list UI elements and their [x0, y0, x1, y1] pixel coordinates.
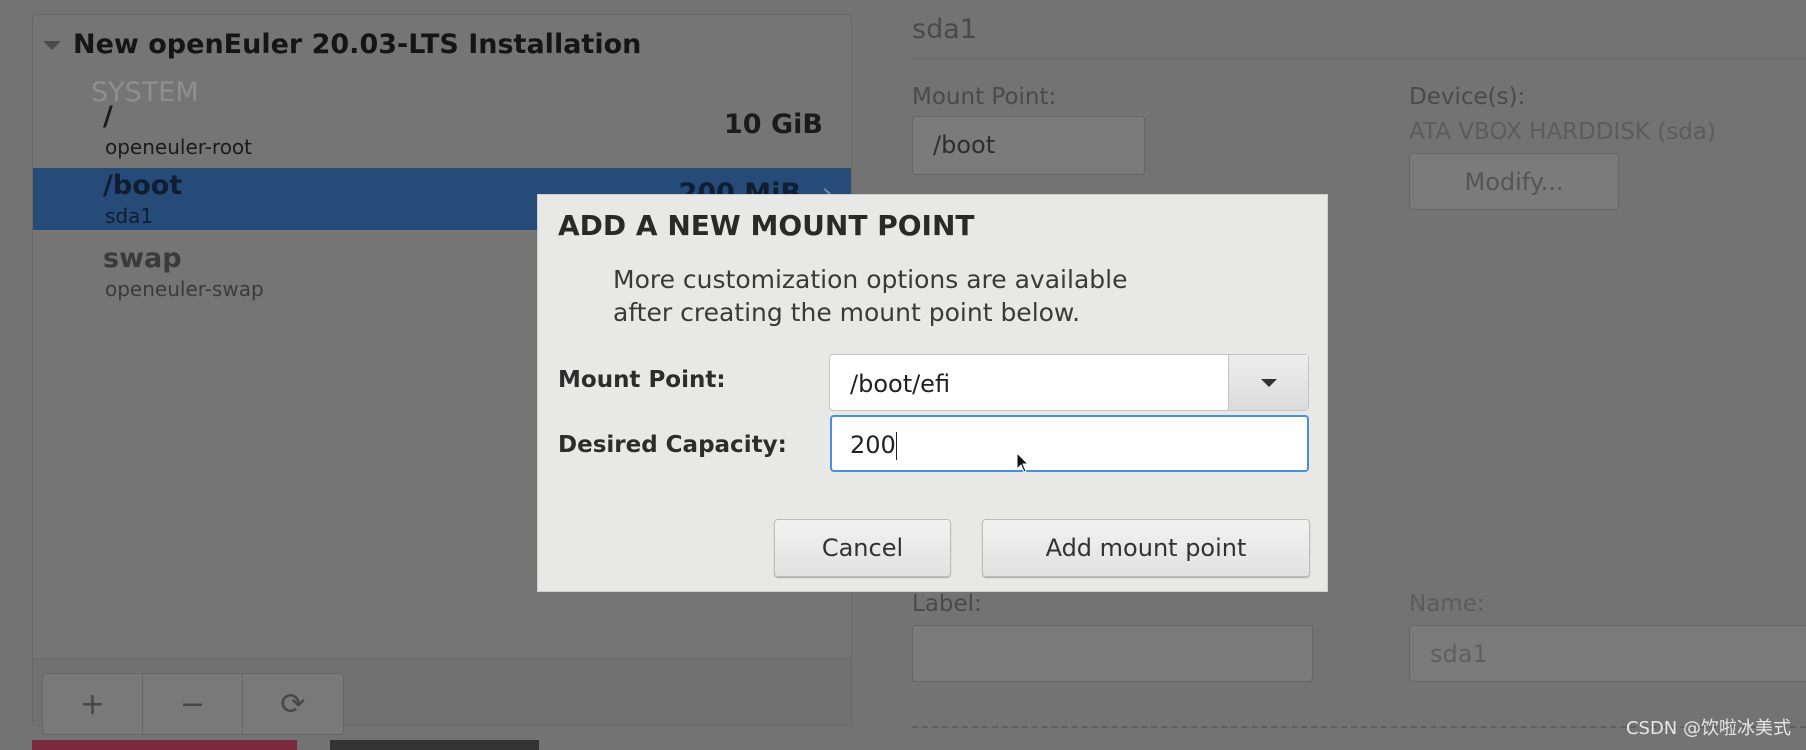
- divider: [912, 58, 1806, 59]
- remove-button[interactable]: −: [143, 674, 243, 734]
- add-mount-point-dialog: ADD A NEW MOUNT POINT More customization…: [537, 194, 1328, 592]
- mouse-cursor-icon: [1016, 452, 1030, 473]
- list-toolbar: + − ⟳: [33, 658, 851, 735]
- summary-bar-dark: [330, 740, 539, 750]
- mount-row-root[interactable]: / openeuler-root 10 GiB: [33, 99, 851, 161]
- collapse-arrow-icon[interactable]: [43, 41, 61, 50]
- mount-point-combo[interactable]: /boot/efi: [829, 354, 1309, 411]
- mount-point: /: [103, 101, 113, 132]
- description-line: after creating the mount point below.: [613, 298, 1081, 327]
- modify-button[interactable]: Modify...: [1409, 153, 1619, 210]
- devices-value: ATA VBOX HARDDISK (sda): [1409, 119, 1716, 145]
- refresh-button[interactable]: ⟳: [243, 674, 343, 734]
- description-line: More customization options are available: [613, 265, 1128, 294]
- text-caret: [895, 432, 897, 460]
- add-mount-point-button[interactable]: Add mount point: [982, 519, 1310, 577]
- mount-point-label: Mount Point:: [558, 367, 726, 393]
- device: openeuler-root: [105, 135, 253, 159]
- mount-point-label: Mount Point:: [912, 84, 1057, 110]
- desired-capacity-input[interactable]: 200: [830, 415, 1309, 472]
- cancel-button[interactable]: Cancel: [774, 519, 951, 577]
- name-label: Name:: [1409, 591, 1485, 617]
- capacity-value: 200: [850, 431, 896, 459]
- name-field[interactable]: sda1: [1409, 625, 1806, 682]
- summary-bar-red: [32, 740, 297, 750]
- capacity-label: Desired Capacity:: [558, 432, 787, 458]
- label-label: Label:: [912, 591, 982, 617]
- dropdown-arrow-icon[interactable]: [1228, 355, 1308, 410]
- mount-point: /boot: [103, 170, 183, 201]
- details-header: sda1: [912, 14, 977, 45]
- device: sda1: [105, 204, 154, 228]
- add-button[interactable]: +: [43, 674, 143, 734]
- watermark: CSDN @饮啦冰美式: [1625, 718, 1791, 739]
- device: openeuler-swap: [105, 277, 264, 301]
- mount-point: swap: [103, 243, 182, 274]
- size: 10 GiB: [724, 109, 823, 140]
- installation-title: New openEuler 20.03-LTS Installation: [73, 29, 642, 60]
- dialog-title: ADD A NEW MOUNT POINT: [558, 209, 975, 242]
- devices-label: Device(s):: [1409, 84, 1526, 110]
- label-field[interactable]: [912, 625, 1313, 682]
- mount-point-field[interactable]: /boot: [912, 116, 1145, 175]
- dialog-description: More customization options are available…: [613, 263, 1127, 329]
- mount-point-value[interactable]: /boot/efi: [830, 355, 1228, 410]
